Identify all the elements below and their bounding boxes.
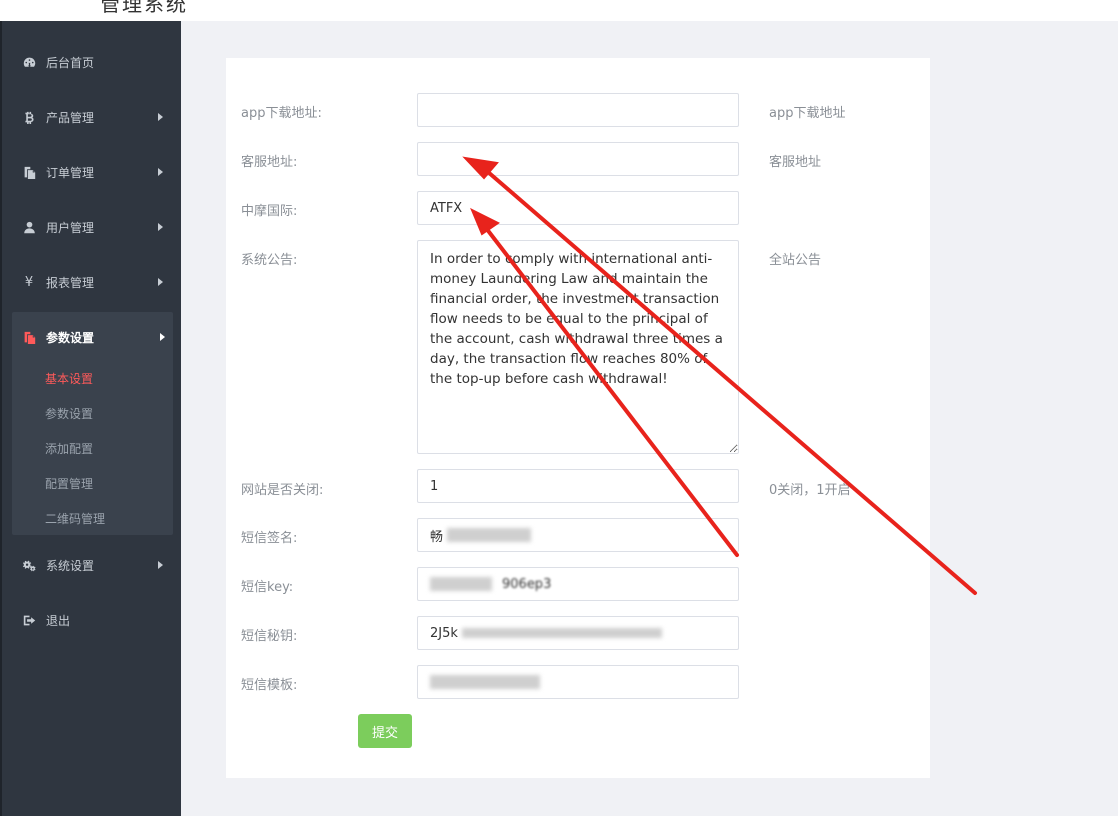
dashboard-icon [22, 55, 36, 69]
gears-icon [22, 558, 36, 572]
customer-service-url-hint: 客服地址 [769, 155, 822, 170]
sidebar-item-label: 产品管理 [46, 110, 95, 125]
copy-icon [22, 330, 36, 344]
app-title: 管理系统 [100, 0, 188, 16]
sms-template-input[interactable] [417, 665, 739, 699]
customer-service-url-input[interactable] [417, 142, 739, 176]
sms-secret-label: 短信秘钥: [241, 629, 298, 644]
sidebar-item-users[interactable]: 用户管理 [2, 207, 181, 247]
sidebar-group-params: 参数设置 基本设置 参数设置 添加配置 配置管理 二维码管理 [12, 312, 173, 535]
system-notice-label: 系统公告: [241, 253, 298, 268]
chevron-right-icon [158, 223, 163, 231]
submit-button[interactable]: 提交 [358, 714, 412, 748]
sms-signature-input[interactable]: 畅 [417, 518, 739, 552]
sms-secret-input[interactable]: 2J5k [417, 616, 739, 650]
chevron-right-icon [158, 278, 163, 286]
app-download-url-label: app下载地址: [241, 106, 322, 121]
bitcoin-icon [22, 110, 36, 124]
sms-key-value: 906ep3 [502, 576, 552, 592]
sms-secret-value: 2J5k [430, 625, 458, 641]
site-closed-hint: 0关闭，1开启 [769, 483, 851, 498]
sms-template-label: 短信模板: [241, 678, 298, 693]
sms-key-label: 短信key: [241, 580, 294, 595]
copy-icon [22, 165, 36, 179]
sidebar-subitem-basic-settings[interactable]: 基本设置 [45, 370, 93, 387]
redaction-blur [461, 628, 662, 638]
sidebar-item-orders[interactable]: 订单管理 [2, 152, 181, 192]
sidebar-item-logout[interactable]: 退出 [2, 600, 181, 640]
sms-key-input[interactable]: 906ep3 [417, 567, 739, 601]
chevron-right-icon [158, 168, 163, 176]
site-name-input[interactable] [417, 191, 739, 225]
sidebar-item-params[interactable]: 参数设置 [12, 317, 173, 357]
sidebar: 后台首页 产品管理 订单管理 用户管理 ¥ 报表管理 参数设置 基本设置 参数设… [0, 21, 181, 816]
user-icon [22, 220, 36, 234]
sidebar-item-label: 系统设置 [46, 558, 95, 573]
site-closed-input[interactable] [417, 469, 739, 503]
system-notice-textarea[interactable]: In order to comply with international an… [417, 240, 739, 454]
sidebar-item-dashboard[interactable]: 后台首页 [2, 42, 181, 82]
sidebar-item-label: 后台首页 [46, 55, 95, 70]
redaction-blur [430, 675, 540, 689]
system-notice-hint: 全站公告 [769, 253, 822, 268]
app-download-url-input[interactable] [417, 93, 739, 127]
site-name-label: 中摩国际: [241, 204, 298, 219]
sidebar-subitem-qrcode-manage[interactable]: 二维码管理 [45, 510, 105, 527]
sidebar-item-label: 退出 [46, 613, 71, 628]
sidebar-subitem-param-settings[interactable]: 参数设置 [45, 405, 93, 422]
site-closed-label: 网站是否关闭: [241, 483, 324, 498]
sidebar-item-label: 报表管理 [46, 275, 95, 290]
yen-icon: ¥ [24, 274, 34, 290]
chevron-right-icon [160, 333, 165, 341]
chevron-right-icon [158, 561, 163, 569]
sidebar-item-products[interactable]: 产品管理 [2, 97, 181, 137]
sidebar-subitem-config-manage[interactable]: 配置管理 [45, 475, 93, 492]
sidebar-item-label: 用户管理 [46, 220, 95, 235]
sidebar-item-label: 订单管理 [46, 165, 95, 180]
sidebar-item-system[interactable]: 系统设置 [2, 545, 181, 585]
sidebar-item-reports[interactable]: ¥ 报表管理 [2, 262, 181, 302]
app-download-url-hint: app下载地址 [769, 106, 846, 121]
chevron-right-icon [158, 113, 163, 121]
top-bar: 管理系统 [0, 0, 1118, 21]
sidebar-subitem-add-config[interactable]: 添加配置 [45, 440, 93, 457]
redaction-blur [430, 577, 492, 591]
sms-signature-label: 短信签名: [241, 531, 298, 546]
sign-out-icon [22, 613, 36, 627]
sidebar-item-label: 参数设置 [46, 330, 95, 345]
sms-signature-value: 畅 [430, 529, 444, 545]
customer-service-url-label: 客服地址: [241, 155, 298, 170]
redaction-blur [447, 528, 532, 542]
